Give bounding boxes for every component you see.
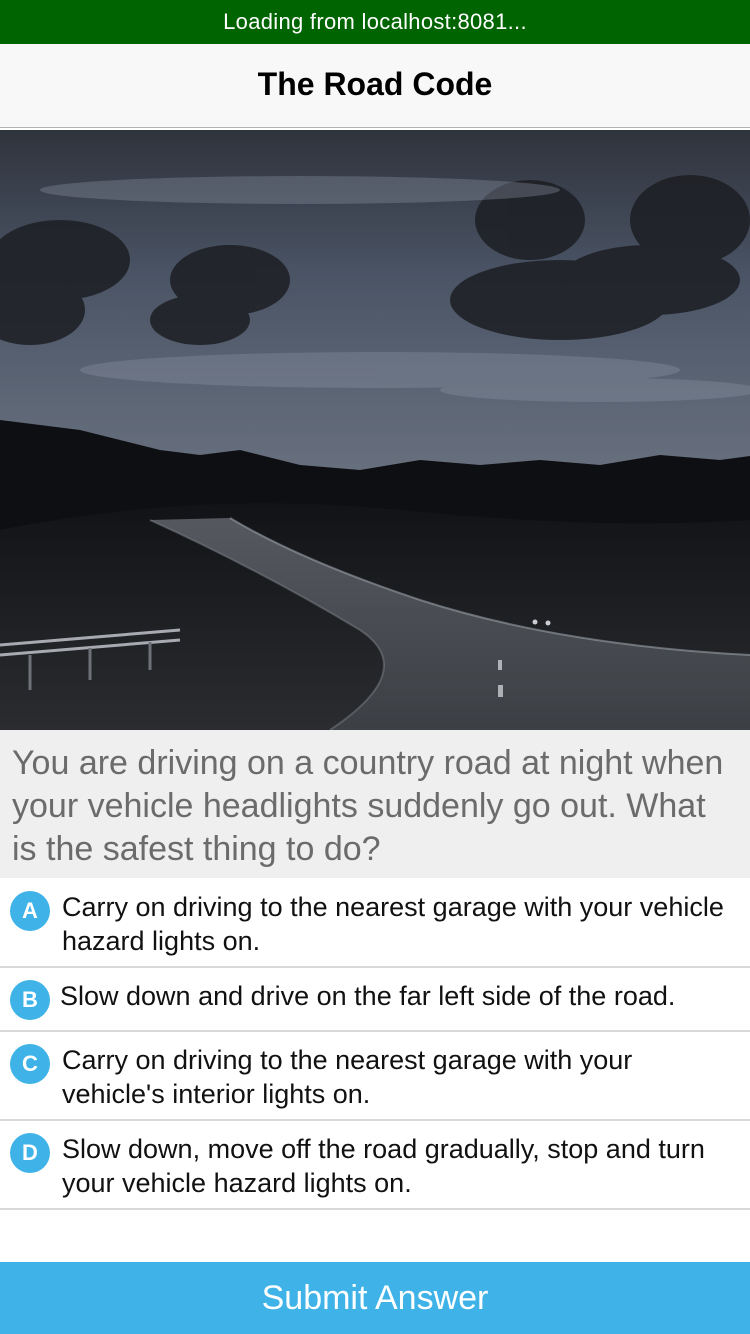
answer-list: A Carry on driving to the nearest garage…	[0, 878, 750, 1210]
app-screen: Loading from localhost:8081... The Road …	[0, 0, 750, 1334]
loading-text: Loading from localhost:8081...	[223, 9, 527, 34]
answer-text: Slow down and drive on the far left side…	[60, 981, 676, 1011]
question-image	[0, 130, 750, 730]
answer-text: Slow down, move off the road gradually, …	[62, 1134, 705, 1198]
answer-option-c[interactable]: C Carry on driving to the nearest garage…	[0, 1032, 750, 1121]
answer-letter-badge: B	[10, 980, 50, 1020]
answer-option-a[interactable]: A Carry on driving to the nearest garage…	[0, 878, 750, 968]
answer-letter-badge: C	[10, 1044, 50, 1084]
question-panel: You are driving on a country road at nig…	[0, 730, 750, 878]
answer-option-d[interactable]: D Slow down, move off the road gradually…	[0, 1121, 750, 1210]
answer-text: Carry on driving to the nearest garage w…	[62, 1045, 633, 1109]
page-title: The Road Code	[257, 66, 493, 102]
answer-text: Carry on driving to the nearest garage w…	[62, 892, 724, 956]
answer-letter-badge: A	[10, 891, 50, 931]
submit-answer-button[interactable]: Submit Answer	[0, 1262, 750, 1334]
question-text: You are driving on a country road at nig…	[12, 744, 724, 868]
answer-letter-badge: D	[10, 1133, 50, 1173]
loading-banner: Loading from localhost:8081...	[0, 0, 750, 44]
navigation-bar: The Road Code	[0, 44, 750, 128]
answer-option-b[interactable]: B Slow down and drive on the far left si…	[0, 968, 750, 1032]
